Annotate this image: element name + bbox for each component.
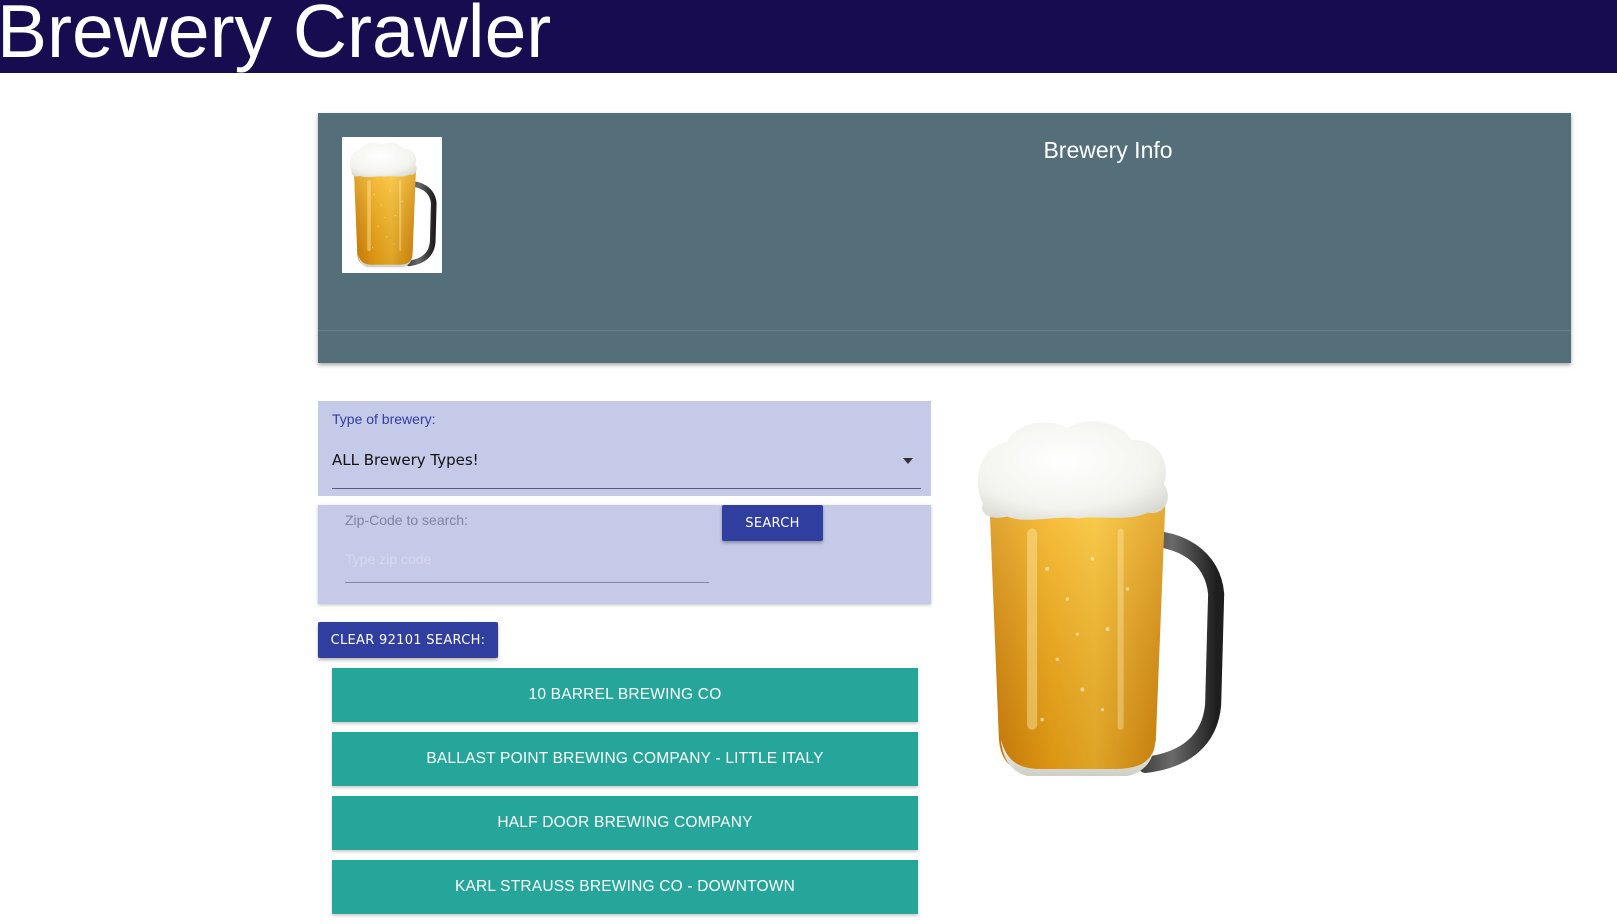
brewery-info-title: Brewery Info [1043,137,1173,163]
brewery-type-panel: Type of brewery: ALL Brewery Types! [318,401,931,496]
zip-code-input[interactable] [345,535,709,583]
beer-mug-image [965,418,1230,780]
brewery-type-label: Type of brewery: [332,411,436,427]
brewery-list-item[interactable]: BALLAST POINT BREWING COMPANY - LITTLE I… [332,732,918,786]
card-divider [318,330,1571,331]
beer-mug-icon [965,418,1230,780]
brewery-info-card: Brewery Info [318,113,1571,363]
search-button[interactable]: SEARCH [722,505,823,541]
beer-mug-icon [342,137,442,273]
beer-mug-thumbnail [346,141,438,269]
brewery-type-select[interactable]: ALL Brewery Types! [332,443,921,489]
zip-search-panel: Zip-Code to search: [318,505,931,604]
app-title: Brewery Crawler [0,0,552,73]
brewery-list-item[interactable]: HALF DOOR BREWING COMPANY [332,796,918,850]
brewery-list-item[interactable]: 10 BARREL BREWING CO [332,668,918,722]
brewery-list-item[interactable]: KARL STRAUSS BREWING CO - DOWNTOWN [332,860,918,914]
app-header: Brewery Crawler [0,0,1617,73]
zip-code-label: Zip-Code to search: [345,512,468,528]
brewery-list: 10 BARREL BREWING CO BALLAST POINT BREWI… [332,668,918,924]
brewery-type-value: ALL Brewery Types! [332,451,479,469]
clear-search-button[interactable]: CLEAR 92101 SEARCH: [318,622,498,658]
chevron-down-icon [903,458,913,464]
